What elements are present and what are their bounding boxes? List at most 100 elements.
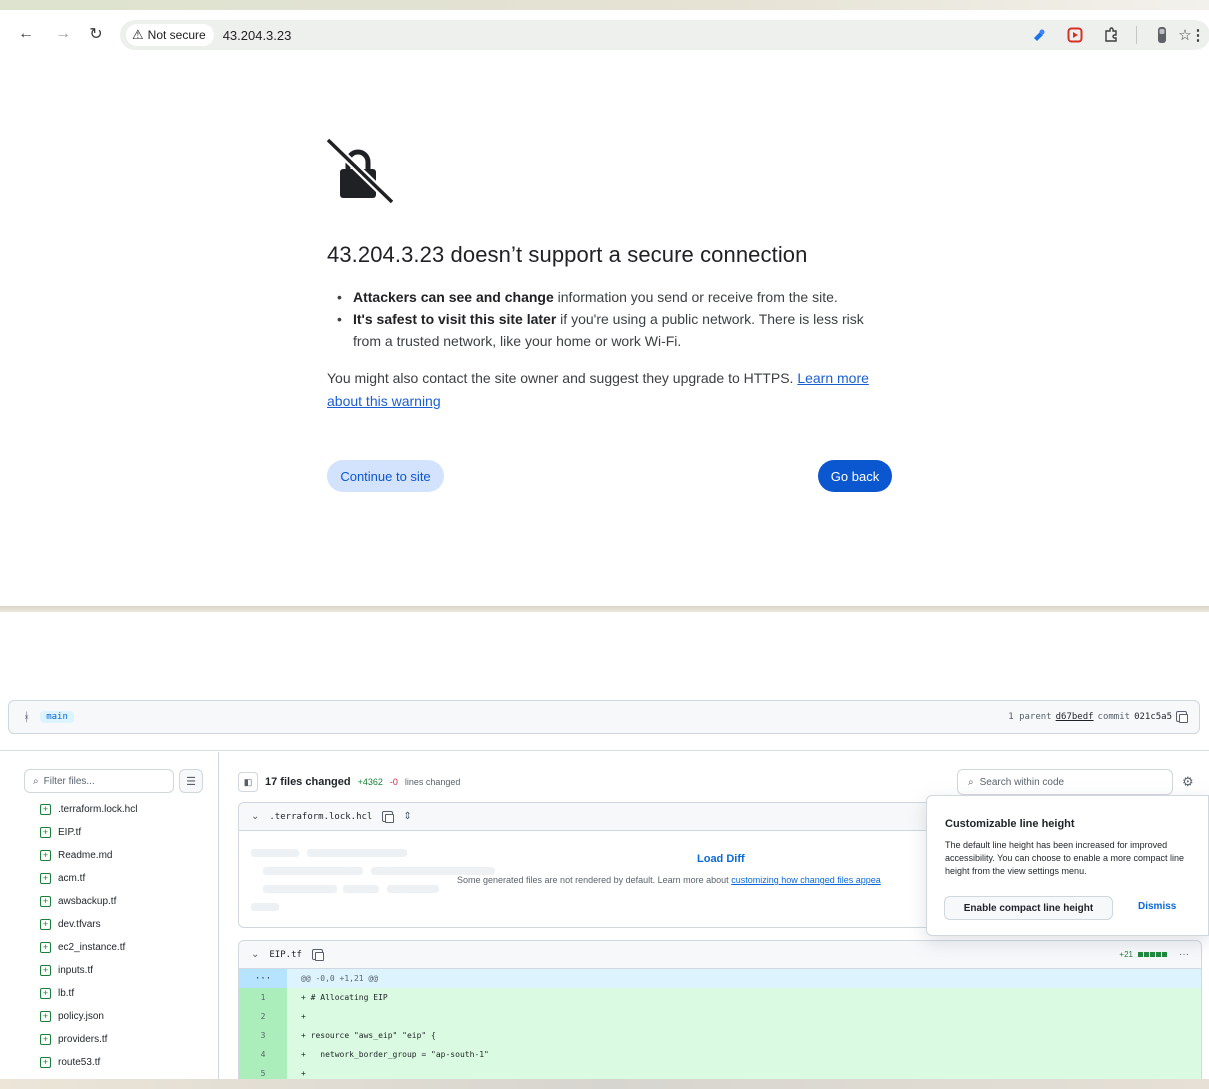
warning-bullet: It's safest to visit this site later if … xyxy=(327,308,887,352)
expand-icon[interactable]: ⇕ xyxy=(403,811,411,822)
file-added-icon: + xyxy=(40,965,51,976)
file-tree-item[interactable]: + EIP.tf xyxy=(40,821,215,844)
warning-bullet: Attackers can see and change information… xyxy=(327,286,887,308)
skeleton-line xyxy=(387,885,439,893)
file-added-icon: + xyxy=(40,827,51,838)
file-tree-item[interactable]: + lb.tf xyxy=(40,982,215,1005)
branch-bar: ᚼ main 1 parent d67bedf commit 021c5a5 xyxy=(8,700,1200,734)
line-code: + # Allocating EIP xyxy=(301,993,388,1002)
file-tree-item[interactable]: + awsbackup.tf xyxy=(40,890,215,913)
line-number[interactable]: 4 xyxy=(239,1045,287,1064)
sliders-icon: ☰ xyxy=(186,775,196,788)
broken-lock-icon xyxy=(322,136,395,205)
search-icon: ⌕ xyxy=(968,776,974,788)
diff-lines: 1 + # Allocating EIP 2 +3 + resource "aws_ei… xyxy=(239,988,1201,1083)
file-tree-label: ec2_instance.tf xyxy=(58,942,126,953)
puzzle-extensions-icon[interactable] xyxy=(1100,24,1122,46)
github-commit-view: ᚼ main 1 parent d67bedf commit 021c5a5 ⌕… xyxy=(0,612,1209,1089)
diff-summary: ◧ 17 files changed +4362 -0 lines change… xyxy=(238,772,460,792)
more-options-icon[interactable]: ··· xyxy=(1179,949,1189,960)
line-number[interactable]: 3 xyxy=(239,1026,287,1045)
skeleton-line xyxy=(343,885,379,893)
extension-icon[interactable] xyxy=(1064,24,1086,46)
filter-settings-button[interactable]: ☰ xyxy=(179,769,203,793)
parent-label: 1 parent xyxy=(1008,711,1052,722)
contact-text: You might also contact the site owner an… xyxy=(327,370,798,386)
reload-icon[interactable]: ↻ xyxy=(85,23,107,45)
hunk-text: @@ -0,0 +1,21 @@ xyxy=(301,974,379,983)
file-tree-label: acm.tf xyxy=(58,873,86,884)
copy-icon[interactable] xyxy=(382,811,395,823)
copy-icon[interactable] xyxy=(1176,711,1188,723)
files-changed-count: 17 files changed xyxy=(265,776,351,788)
skeleton-line xyxy=(263,867,363,875)
file-tree-label: route53.tf xyxy=(58,1057,101,1068)
file-name[interactable]: .terraform.lock.hcl xyxy=(269,812,372,822)
file-tree-item[interactable]: + route53.tf xyxy=(40,1051,215,1074)
commit-sha: 021c5a5 xyxy=(1134,711,1172,722)
file-tree-item[interactable]: + .terraform.lock.hcl xyxy=(40,798,215,821)
file-tree-label: awsbackup.tf xyxy=(58,896,117,907)
hunk-header: ··· @@ -0,0 +1,21 @@ xyxy=(239,969,1201,988)
file-tree-item[interactable]: + inputs.tf xyxy=(40,959,215,982)
warning-bullets: Attackers can see and change information… xyxy=(327,286,887,352)
chevron-down-icon[interactable]: ⌄ xyxy=(251,811,259,822)
file-tree-item[interactable]: + dev.tfvars xyxy=(40,913,215,936)
file-tree-item[interactable]: + ec2_instance.tf xyxy=(40,936,215,959)
branch-name[interactable]: main xyxy=(40,711,74,723)
parent-sha-link[interactable]: d67bedf xyxy=(1056,712,1094,722)
tab-strip xyxy=(0,0,1209,10)
copy-icon[interactable] xyxy=(311,949,324,961)
diff-line: 2 + xyxy=(239,1007,1201,1026)
bullet-text: information you send or receive from the… xyxy=(553,289,838,305)
enable-compact-line-height-button[interactable]: Enable compact line height xyxy=(944,896,1113,920)
generated-files-note: Some generated files are not rendered by… xyxy=(457,875,881,885)
load-diff-link[interactable]: Load Diff xyxy=(697,853,745,865)
bullet-bold: It's safest to visit this site later xyxy=(353,311,557,327)
file-added-icon: + xyxy=(40,1011,51,1022)
file-tree-item[interactable]: + policy.json xyxy=(40,1005,215,1028)
skeleton-line xyxy=(251,849,299,857)
file-tree-item[interactable]: + Readme.md xyxy=(40,844,215,867)
file-tree-item[interactable]: + acm.tf xyxy=(40,867,215,890)
line-number[interactable]: 1 xyxy=(239,988,287,1007)
go-back-button[interactable]: Go back xyxy=(818,460,892,492)
line-code: + network_border_group = "ap-south-1" xyxy=(301,1050,489,1059)
extension-tray: ⋮ xyxy=(1028,24,1209,46)
sidebar-collapse-icon[interactable]: ◧ xyxy=(238,772,258,792)
search-within-code-input[interactable]: ⌕ Search within code xyxy=(957,769,1173,795)
file-tree-label: lb.tf xyxy=(58,988,75,999)
profile-icon[interactable] xyxy=(1151,24,1173,46)
contact-owner-text: You might also contact the site owner an… xyxy=(327,367,887,413)
line-number[interactable]: 2 xyxy=(239,1007,287,1026)
diff-line: 1 + # Allocating EIP xyxy=(239,988,1201,1007)
customizing-link[interactable]: customizing how changed files appea xyxy=(731,875,881,885)
file-added-icon: + xyxy=(40,988,51,999)
dismiss-button[interactable]: Dismiss xyxy=(1138,901,1176,912)
file-added-icon: + xyxy=(40,1057,51,1068)
filter-files-input[interactable]: ⌕ Filter files... xyxy=(24,769,174,793)
extension-icon[interactable] xyxy=(1028,24,1050,46)
continue-to-site-button[interactable]: Continue to site xyxy=(327,460,444,492)
forward-arrow-icon[interactable]: → xyxy=(52,23,74,45)
file-name[interactable]: EIP.tf xyxy=(269,950,302,960)
file-tree-label: Readme.md xyxy=(58,850,113,861)
gear-icon[interactable]: ⚙ xyxy=(1182,774,1194,790)
security-interstitial: 43.204.3.23 doesn’t support a secure con… xyxy=(0,58,1209,606)
deletions-count: -0 xyxy=(389,777,398,787)
chevron-down-icon[interactable]: ⌄ xyxy=(251,949,259,960)
kebab-menu-icon[interactable]: ⋮ xyxy=(1187,24,1209,46)
back-arrow-icon[interactable]: ← xyxy=(15,23,37,45)
popover-title: Customizable line height xyxy=(945,818,1075,830)
file-header: ⌄ EIP.tf +21 ··· xyxy=(239,941,1201,969)
url-text[interactable]: 43.204.3.23 xyxy=(223,28,292,43)
security-chip[interactable]: ⚠ Not secure xyxy=(126,24,214,46)
warning-triangle-icon: ⚠ xyxy=(132,27,144,42)
expand-hunk-icon[interactable]: ··· xyxy=(239,969,287,988)
skeleton-line xyxy=(371,867,495,875)
file-tree-item[interactable]: + providers.tf xyxy=(40,1028,215,1051)
file-tree-label: inputs.tf xyxy=(58,965,94,976)
file-tree-label: EIP.tf xyxy=(58,827,82,838)
git-branch-icon: ᚼ xyxy=(23,710,31,724)
file-tree: + .terraform.lock.hcl + EIP.tf + Readme.md + ac… xyxy=(40,798,215,1074)
